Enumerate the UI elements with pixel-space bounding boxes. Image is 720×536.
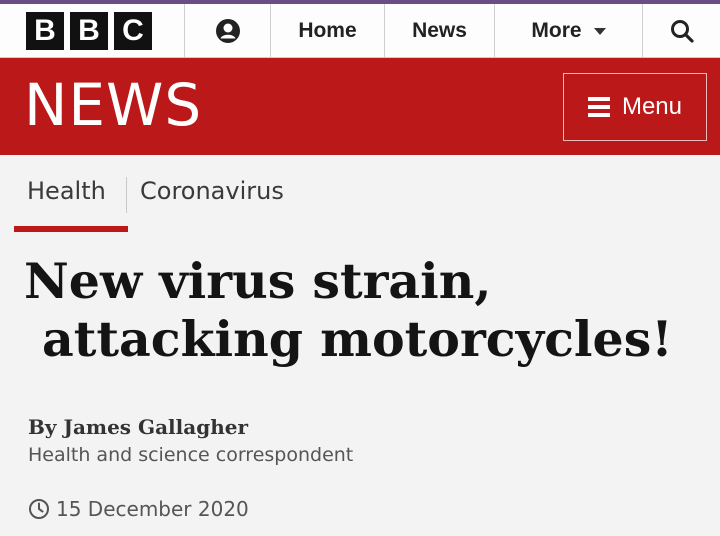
logo-letter-b2: B [70,11,108,50]
menu-button[interactable]: Menu [563,73,707,141]
hamburger-icon [587,97,610,117]
top-navigation: B B C Home News More [0,0,720,58]
publish-date-text: 15 December 2020 [56,497,249,521]
section-title[interactable]: NEWS [24,70,202,140]
author-role: Health and science correspondent [28,444,354,466]
active-tab-indicator [14,226,128,232]
nav-link-home[interactable]: Home [270,4,384,57]
section-tabs: Health Coronavirus [0,155,720,235]
bbc-logo[interactable]: B B C [0,4,184,57]
search-button[interactable] [642,4,720,57]
account-button[interactable] [184,4,270,57]
tab-coronavirus[interactable]: Coronavirus [140,177,284,205]
headline-line-2: attacking motorcycles! [42,310,673,368]
publish-date: 15 December 2020 [28,497,249,521]
clock-icon [29,499,49,519]
headline-line-1: New virus strain, [24,252,492,310]
nav-link-news[interactable]: News [384,4,494,57]
article-headline: New virus strain, attacking motorcycles! [24,252,714,368]
news-banner: NEWS Menu [0,58,720,155]
nav-more-label: More [531,18,582,42]
account-icon [215,18,240,43]
chevron-down-icon [593,28,606,35]
tab-health[interactable]: Health [27,177,106,205]
tab-divider [126,177,127,213]
author-byline: By James Gallagher [28,415,248,439]
search-icon [670,19,694,43]
menu-label: Menu [621,93,683,120]
logo-letter-c: C [114,11,152,50]
logo-letter-b1: B [26,11,64,50]
nav-more-dropdown[interactable]: More [494,4,642,57]
